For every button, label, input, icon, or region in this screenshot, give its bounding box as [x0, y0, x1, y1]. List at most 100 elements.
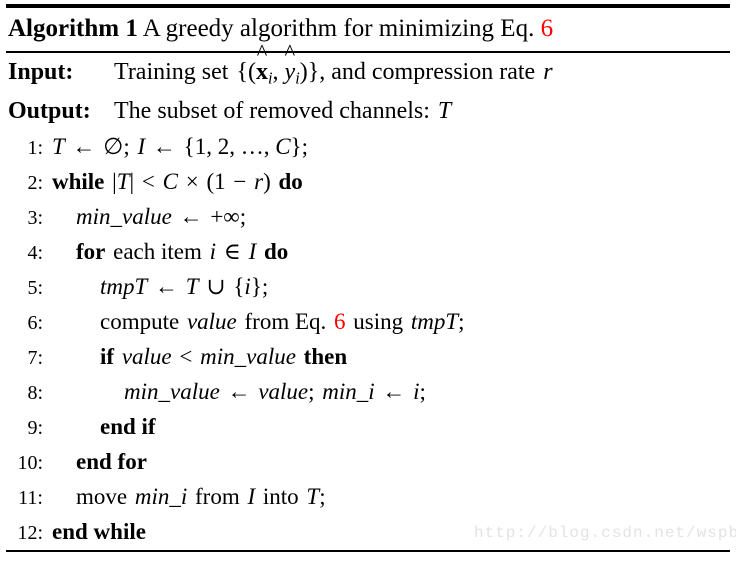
- step-number-2: 2:: [27, 171, 43, 194]
- var-value-8: value: [258, 378, 309, 404]
- set-element-1: 1: [194, 133, 207, 159]
- semicolon-1a: ;: [123, 133, 130, 159]
- keyword-for: for: [76, 238, 106, 264]
- var-T-5: T: [185, 273, 199, 299]
- step-row-1: 1: T ← ∅; I ← {1, 2, …, C};: [6, 130, 730, 165]
- assign-arrow-5: ←: [155, 273, 179, 299]
- step-row-11: 11: move min_i from I into T;: [6, 480, 730, 515]
- brace-close-5: }: [250, 273, 262, 299]
- equation-reference-title[interactable]: 6: [541, 15, 554, 42]
- semicolon-5: ;: [261, 273, 269, 299]
- var-I: I: [137, 133, 146, 159]
- step-number-8: 8:: [27, 381, 43, 404]
- empty-set-symbol: ∅: [103, 133, 124, 159]
- assign-arrow-3: ←: [179, 203, 203, 229]
- assign-arrow-2: ←: [152, 133, 176, 159]
- keyword-do-4: do: [263, 238, 289, 264]
- comma-2: ,: [229, 133, 235, 159]
- var-tmpT-6: tmpT: [410, 308, 459, 334]
- var-C-2: C: [162, 168, 178, 194]
- compute-lead-text: compute: [100, 308, 180, 334]
- union-symbol: ∪: [206, 273, 226, 299]
- step-number-6: 6:: [27, 311, 43, 334]
- less-than-operator: <: [141, 168, 155, 194]
- semicolon-6: ;: [458, 308, 465, 334]
- literal-one: 1: [214, 168, 226, 194]
- step-number-10: 10:: [17, 451, 43, 474]
- step-row-8: 8: min_value ← value; min_i ← i;: [6, 375, 730, 410]
- equation-reference-step6[interactable]: 6: [334, 309, 346, 334]
- less-than-operator-7: <: [179, 343, 193, 369]
- input-row: Input: Training set {(^ xi, ^ yi)}, and co…: [6, 41, 730, 95]
- var-value-6: value: [186, 308, 237, 334]
- x-hat-variable: ^ x: [256, 41, 268, 89]
- comma-1: ,: [206, 133, 212, 159]
- output-row: Output: The subset of removed channels: …: [6, 95, 730, 128]
- comma-3: ,: [263, 133, 270, 159]
- output-label: Output:: [8, 97, 91, 124]
- var-min-value-3: min_value: [76, 203, 172, 229]
- hat-accent-y: ^: [284, 39, 296, 65]
- step-number-5: 5:: [27, 276, 43, 299]
- algorithm-title-keyword: Algorithm 1: [8, 15, 138, 42]
- using-text: using: [353, 308, 404, 334]
- var-min-i-11: min_i: [134, 483, 188, 509]
- into-text-11: into: [262, 483, 299, 509]
- move-lead-text: move: [76, 483, 128, 509]
- step-number-4: 4:: [27, 241, 43, 264]
- var-min-i-8: min_i: [322, 378, 375, 404]
- keyword-end-if: end if: [100, 413, 156, 439]
- bottom-rule: [6, 549, 730, 552]
- step-row-7: 7: if value < min_value then: [6, 340, 730, 375]
- for-lead-text: each item: [113, 238, 202, 264]
- paren-close-2: ): [263, 168, 271, 194]
- set-element-2: 2: [217, 133, 230, 159]
- step-number-3: 3:: [27, 206, 43, 229]
- brace-open-1: {: [183, 133, 195, 159]
- input-comma: ,: [272, 59, 279, 85]
- step-body-10: end for: [52, 445, 730, 478]
- step-body-6: compute value from Eq. 6 using tmpT;: [52, 305, 730, 338]
- keyword-end-for: end for: [76, 448, 147, 474]
- semicolon-8a: ;: [308, 378, 315, 404]
- step-body-3: min_value ← +∞;: [52, 200, 730, 233]
- step-body-8: min_value ← value; min_i ← i;: [52, 375, 730, 408]
- semicolon-11: ;: [319, 483, 326, 509]
- io-section: Input: Training set {(^ xi, ^ yi)}, and co…: [6, 41, 730, 128]
- step-body-4: for each item i ∈ I do: [52, 235, 730, 268]
- semicolon-8b: ;: [419, 378, 426, 404]
- y-hat-variable: ^ y: [285, 41, 296, 89]
- paren-open-2: (: [206, 168, 215, 194]
- brace-open-5: {: [233, 273, 245, 299]
- algorithm-title-caption: A greedy algorithm for minimizing Eq.: [142, 15, 535, 42]
- step-body-2: while |T| < C × (1 − r) do: [52, 165, 730, 198]
- input-tail: , and compression rate: [319, 59, 536, 85]
- keyword-then: then: [303, 343, 348, 369]
- var-value-7: value: [121, 343, 172, 369]
- var-min-value-7: min_value: [200, 343, 296, 369]
- output-lead: The subset of removed channels:: [114, 97, 430, 124]
- step-body-11: move min_i from I into T;: [52, 480, 730, 513]
- assign-arrow-8a: ←: [227, 378, 251, 404]
- brace-close-1: }: [290, 133, 302, 159]
- step-body-7: if value < min_value then: [52, 340, 730, 373]
- step-body-1: T ← ∅; I ← {1, 2, …, C};: [52, 130, 730, 163]
- var-min-value-8: min_value: [124, 378, 220, 404]
- algorithm-block: Algorithm 1 A greedy algorithm for minim…: [0, 0, 736, 562]
- output-variable: T: [437, 97, 452, 124]
- step-row-2: 2: while |T| < C × (1 − r) do: [6, 165, 730, 200]
- step-number-9: 9:: [27, 416, 43, 439]
- element-of-symbol: ∈: [223, 238, 241, 264]
- algorithm-title: Algorithm 1 A greedy algorithm for minim…: [6, 8, 730, 51]
- hat-accent-x: ^: [256, 39, 268, 65]
- input-body: Training set {(^ xi, ^ yi)}, and compressi…: [114, 41, 730, 95]
- plus-sign-3: +: [210, 203, 224, 229]
- from-text-11: from: [195, 483, 240, 509]
- keyword-do-2: do: [278, 168, 303, 194]
- output-body: The subset of removed channels: T: [114, 95, 730, 128]
- input-lead: Training set: [114, 59, 229, 85]
- input-set-close: )}: [299, 59, 320, 85]
- minus-operator: −: [233, 168, 247, 194]
- from-eq-text: from Eq.: [244, 308, 327, 334]
- keyword-end-while: end while: [52, 518, 146, 544]
